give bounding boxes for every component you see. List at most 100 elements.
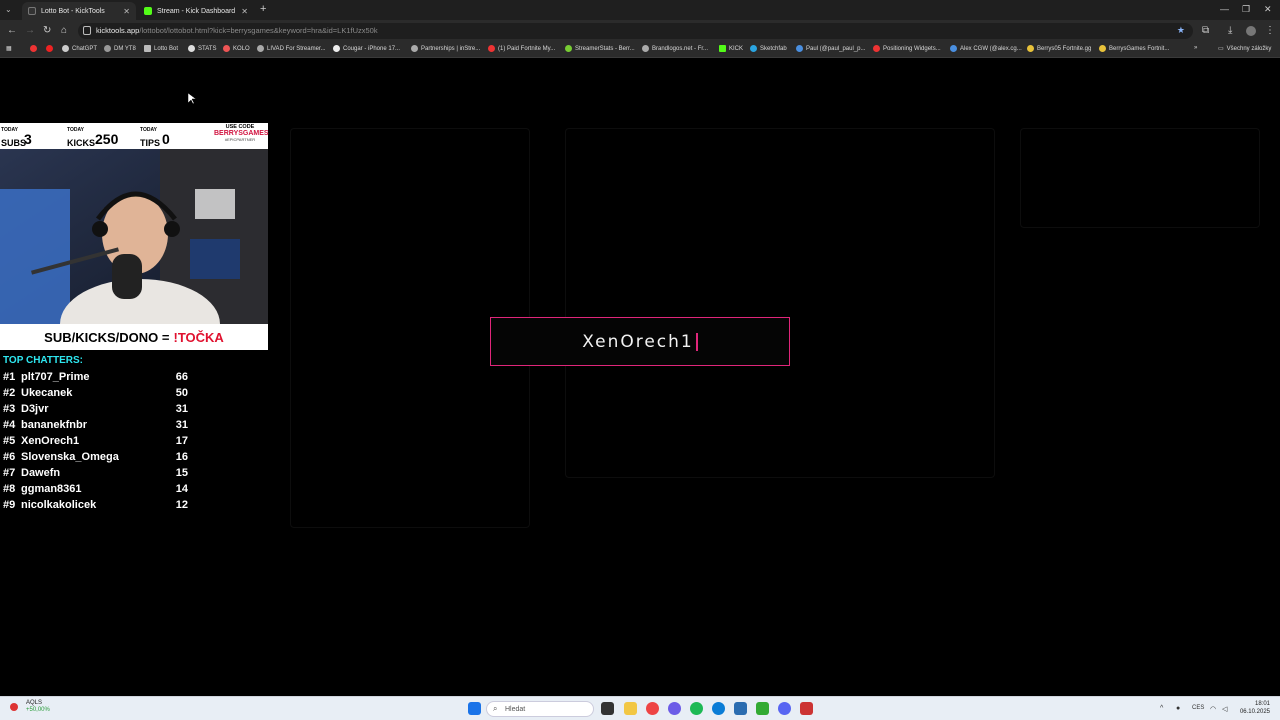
new-tab-button[interactable]: + [260, 3, 266, 15]
chatter-count: 14 [175, 483, 188, 495]
mic-icon[interactable]: ● [1176, 705, 1180, 712]
close-icon[interactable]: ✕ [123, 7, 130, 16]
youtube-icon [46, 45, 53, 52]
promo-code: BERRYSGAMES [214, 130, 269, 137]
bookmark-label: Berrys05 Fortnite.gg [1037, 45, 1092, 52]
all-bookmarks[interactable]: ▭ Všechny záložky [1218, 45, 1271, 53]
stock-widget[interactable]: AQLS +50,00% [10, 700, 50, 714]
bookmark-star-icon[interactable]: ★ [1177, 25, 1185, 36]
fortnite-icon [1099, 45, 1106, 52]
top-chatters-list: #1 plt707_Prime 66 #2 Ukecanek 50 #3 D3jvr 31 … [3, 371, 188, 511]
bookmark-kolo[interactable]: KOLO [223, 45, 250, 52]
stat-value: 0 [162, 131, 170, 147]
bookmark-kick[interactable]: KICK [719, 45, 743, 52]
restore-icon[interactable]: ❐ [1242, 4, 1250, 15]
file-explorer-icon[interactable] [624, 702, 637, 715]
bookmark-berrysgames[interactable]: BerrysGames Fortnit... [1099, 45, 1169, 52]
chatter-name: plt707_Prime [21, 371, 90, 383]
chatgpt-icon [62, 45, 69, 52]
bookmark-chatgpt[interactable]: ChatGPT [62, 45, 97, 52]
language-indicator[interactable]: CES [1192, 705, 1204, 711]
window-close-icon[interactable]: ✕ [1264, 4, 1272, 15]
chrome-icon[interactable] [646, 702, 659, 715]
back-arrow-icon[interactable]: ← [7, 25, 17, 36]
banner-command: !TOČKA [173, 329, 224, 345]
bookmark-icon-1[interactable] [30, 45, 40, 52]
bookmark-icon-2[interactable] [46, 45, 56, 52]
stream-camera-overlay: TODAY SUBS 3 TODAY KICKS 250 TODAY TIPS … [0, 123, 269, 350]
bookmark-label: Partnerships | inStre... [421, 45, 481, 52]
clock[interactable]: 18:01 06.10.2025 [1240, 700, 1270, 716]
bookmark-paul[interactable]: Paul (@paul_paul_p... [796, 45, 865, 52]
network-icon[interactable]: ◠ [1210, 705, 1216, 713]
menu-dots-icon[interactable]: ⋮ [1265, 25, 1275, 36]
volume-icon[interactable]: ◁ [1222, 705, 1227, 713]
grid-icon [144, 45, 151, 52]
bookmark-alex[interactable]: Alex CGW (@alex.cg... [950, 45, 1022, 52]
stat-label: SUBS [1, 138, 27, 148]
winner-popup: XenOrech1 [490, 317, 790, 366]
site-info-icon[interactable] [83, 26, 91, 35]
edge-icon[interactable] [712, 702, 725, 715]
app-icon[interactable] [734, 702, 747, 715]
minimize-icon[interactable]: — [1220, 4, 1229, 14]
chatter-name: ggman8361 [21, 483, 82, 495]
stat-small-label: TODAY [140, 127, 157, 133]
chatter-rank: #8 [3, 483, 16, 495]
home-icon[interactable]: ⌂ [61, 25, 67, 36]
bookmark-dm[interactable]: DM YT8 [104, 45, 136, 52]
browser-tab-strip: ⌄ Lotto Bot - KickTools ✕ Stream - Kick … [0, 0, 1280, 20]
bookmark-cougar[interactable]: Cougar - iPhone 17... [333, 45, 400, 52]
url-path: /lottobot/lottobot.html?kick=berrysgames… [139, 26, 378, 35]
taskbar-search-input[interactable]: ⌕ Hledat [486, 701, 594, 717]
stat-small-label: TODAY [67, 127, 84, 133]
address-bar[interactable]: kicktools.app/lottobot/lottobot.html?kic… [78, 23, 1193, 39]
bookmark-streamerstats[interactable]: StreamerStats - Berr... [565, 45, 635, 52]
stat-value: 3 [24, 131, 32, 147]
bookmark-label: BerrysGames Fortnit... [1109, 45, 1170, 52]
discord-icon[interactable] [778, 702, 791, 715]
bookmark-stats[interactable]: STATS [188, 45, 216, 52]
youtube-icon [30, 45, 37, 52]
bookmark-livad[interactable]: LIVAD For Streamer... [257, 45, 326, 52]
app-icon[interactable] [668, 702, 681, 715]
top-chatters-title: TOP CHATTERS: [3, 355, 84, 366]
app-icon[interactable] [756, 702, 769, 715]
tab-kick-dashboard[interactable]: Stream - Kick Dashboard ✕ [138, 2, 254, 20]
more-bookmarks-icon[interactable]: » [1194, 45, 1197, 51]
profile-avatar-icon[interactable] [1246, 26, 1256, 36]
bookmark-lotto-bot[interactable]: Lotto Bot [144, 45, 178, 52]
windows-taskbar: AQLS +50,00% ⌕ Hledat ^ ● CES ◠ ◁ 18:01 … [0, 696, 1280, 720]
bookmark-label: Cougar - iPhone 17... [343, 45, 401, 52]
tab-search-icon[interactable]: ⌄ [5, 5, 12, 14]
bookmark-paid-fortnite[interactable]: (1) Paid Fortnite My... [488, 45, 555, 52]
chatter-rank: #1 [3, 371, 16, 383]
chatter-rank: #9 [3, 499, 16, 511]
tab-title: Stream - Kick Dashboard [157, 7, 236, 15]
apps-grid-icon[interactable]: ▦ [6, 45, 12, 52]
bookmark-positioning[interactable]: Positioning Widgets... [873, 45, 941, 52]
chevron-up-icon[interactable]: ^ [1160, 705, 1163, 712]
tab-lotto-bot[interactable]: Lotto Bot - KickTools ✕ [22, 2, 136, 20]
reload-icon[interactable]: ↻ [43, 25, 51, 36]
download-icon[interactable]: ⤓ [1228, 25, 1232, 36]
bookmark-berrys05[interactable]: Berrys05 Fortnite.gg [1027, 45, 1091, 52]
profile-icon [796, 45, 803, 52]
bookmark-sketchfab[interactable]: Sketchfab [750, 45, 787, 52]
close-icon[interactable]: ✕ [241, 7, 248, 16]
tips-stat: TODAY TIPS 0 [140, 127, 170, 151]
chatter-name: XenOrech1 [21, 435, 80, 447]
youtube-icon [488, 45, 495, 52]
mouse-cursor-icon [188, 93, 196, 105]
bookmark-partnerships[interactable]: Partnerships | inStre... [411, 45, 480, 52]
app-icon[interactable] [800, 702, 813, 715]
spotify-icon[interactable] [690, 702, 703, 715]
stats-bar: TODAY SUBS 3 TODAY KICKS 250 TODAY TIPS … [0, 123, 269, 151]
extensions-icon[interactable]: ⧉ [1202, 25, 1209, 36]
task-view-icon[interactable] [601, 702, 614, 715]
forward-arrow-icon[interactable]: → [25, 25, 35, 36]
chatter-count: 50 [175, 387, 188, 399]
bookmark-brandlogos[interactable]: Brandlogos.net - Fr... [642, 45, 708, 52]
bookmark-label: DM YT8 [114, 45, 136, 52]
windows-start-icon[interactable] [468, 702, 481, 715]
